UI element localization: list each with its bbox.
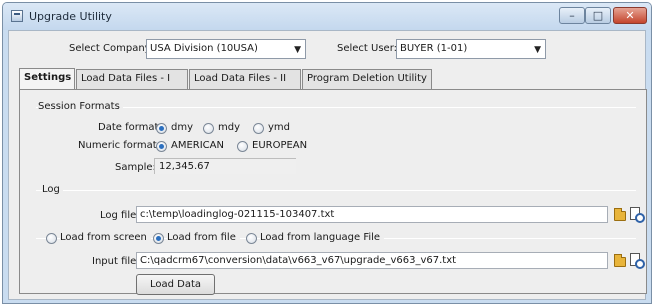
date-ymd-label[interactable]: ymd [268,122,290,133]
load-from-language-file-label[interactable]: Load from language File [260,232,385,243]
settings-panel: Session Formats Date format: dmy mdy ymd… [19,89,647,295]
load-from-language-file-radio[interactable] [246,233,257,244]
load-from-screen-radio[interactable] [46,233,57,244]
date-mdy-label[interactable]: mdy [218,122,240,133]
tab-load-data-files-1[interactable]: Load Data Files - I [76,69,188,89]
date-format-label: Date format: [98,122,162,133]
app-icon [11,10,23,22]
log-file-label: Log file: [100,210,140,221]
view-file-icon[interactable] [630,253,645,269]
company-label: Select Company: [69,43,154,54]
load-from-file-radio[interactable] [153,233,164,244]
maximize-button[interactable]: □ [585,7,611,24]
input-file-input[interactable]: C:\qadcrm67\conversion\data\v663_v67\upg… [136,252,608,269]
company-select[interactable]: USA Division (10USA) ▼ [146,39,306,59]
folder-open-icon[interactable] [614,254,626,267]
log-title: Log [42,184,63,195]
close-button[interactable]: ✕ [613,7,647,24]
numeric-european-radio[interactable] [237,141,248,152]
minimize-button[interactable]: – [559,7,585,24]
user-select-value: BUYER (1-01) [400,43,468,54]
company-select-value: USA Division (10USA) [150,43,258,54]
numeric-american-label[interactable]: AMERICAN [171,140,224,151]
session-formats-title: Session Formats [38,101,123,112]
chevron-down-icon[interactable]: ▼ [294,41,301,59]
load-data-button[interactable]: Load Data [136,274,215,295]
load-from-file-label[interactable]: Load from file [167,232,240,243]
load-from-screen-label[interactable]: Load from screen [60,232,151,243]
sample-label: Sample: [115,162,156,173]
log-divider [36,190,636,191]
numeric-format-label: Numeric format: [78,140,161,151]
title-bar[interactable]: Upgrade Utility – □ ✕ [3,3,651,30]
date-mdy-radio[interactable] [203,123,214,134]
sample-value: 12,345.67 [154,158,296,174]
date-dmy-label[interactable]: dmy [171,122,193,133]
date-ymd-radio[interactable] [253,123,264,134]
tab-settings[interactable]: Settings [19,68,75,90]
input-file-label: Input file: [92,256,140,267]
numeric-european-label[interactable]: EUROPEAN [252,140,307,151]
folder-open-icon[interactable] [614,208,626,221]
chevron-down-icon[interactable]: ▼ [534,41,541,59]
session-formats-divider [36,107,636,108]
numeric-american-radio[interactable] [156,141,167,152]
user-label: Select User: [337,43,398,54]
tab-program-deletion-utility[interactable]: Program Deletion Utility [302,69,432,89]
tab-load-data-files-2[interactable]: Load Data Files - II [189,69,301,89]
date-dmy-radio[interactable] [156,123,167,134]
log-file-input[interactable]: c:\temp\loadinglog-021115-103407.txt [136,206,608,223]
window-title: Upgrade Utility [29,10,112,23]
user-select[interactable]: BUYER (1-01) ▼ [396,39,546,59]
upgrade-utility-window: Upgrade Utility – □ ✕ Select Company: US… [2,2,652,304]
client-area: Select Company: USA Division (10USA) ▼ S… [8,30,647,300]
view-file-icon[interactable] [630,207,645,223]
